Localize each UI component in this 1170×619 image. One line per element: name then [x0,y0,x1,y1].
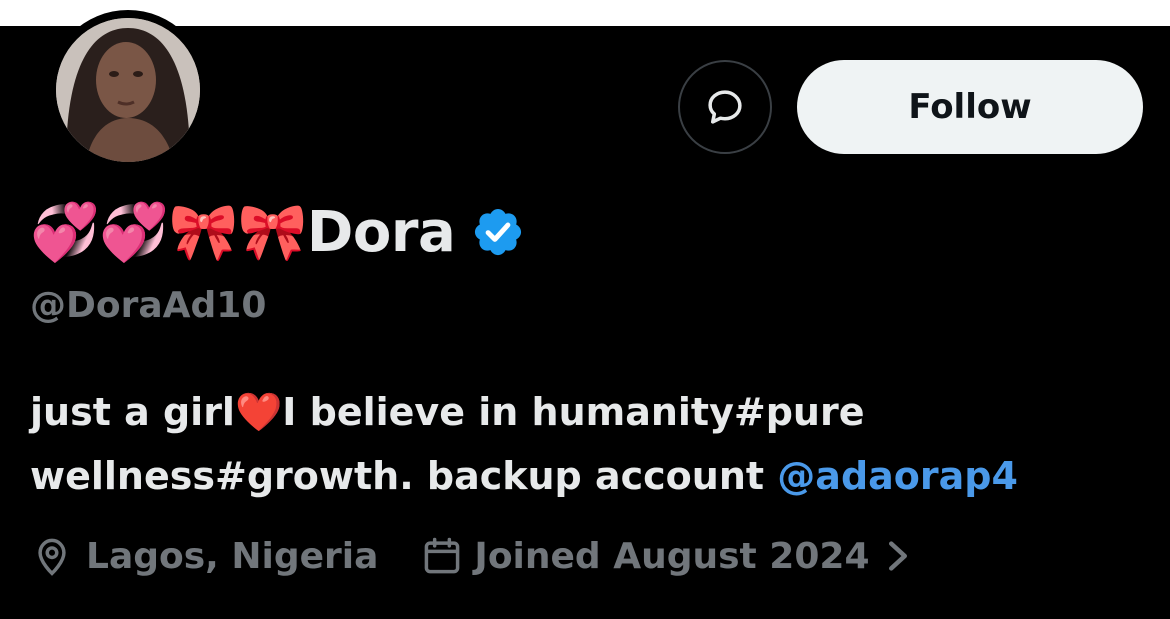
chevron-right-icon [888,541,907,571]
location-item: Lagos, Nigeria [30,534,378,578]
message-button[interactable] [678,60,772,154]
bio-line-2: wellness#growth. backup account @adaorap… [30,444,1140,508]
verified-badge-icon[interactable] [471,205,525,259]
bio-mention-link[interactable]: @adaorap4 [777,454,1018,498]
profile-handle: @DoraAd10 [30,285,267,326]
name-row: 💞💞🎀🎀Dora [30,196,525,268]
profile-bio: just a girl❤️I believe in humanity#pure … [30,380,1140,508]
avatar-photo [56,18,200,162]
joined-item[interactable]: Joined August 2024 [420,534,911,578]
follow-button[interactable]: Follow [797,60,1143,154]
location-text: Lagos, Nigeria [86,535,379,577]
profile-banner[interactable] [0,0,1170,26]
message-icon [708,90,742,124]
calendar-icon [425,537,460,574]
location-pin-icon [38,538,66,576]
bio-line-2-text: wellness#growth. backup account [30,454,778,498]
profile-meta: Lagos, Nigeria Joined August 2024 [30,526,912,586]
bio-line-1: just a girl❤️I believe in humanity#pure [30,390,865,434]
avatar[interactable] [48,10,208,170]
joined-text: Joined August 2024 [474,535,870,577]
display-name: 💞💞🎀🎀Dora [30,200,456,265]
avatar-image-icon [56,18,200,162]
